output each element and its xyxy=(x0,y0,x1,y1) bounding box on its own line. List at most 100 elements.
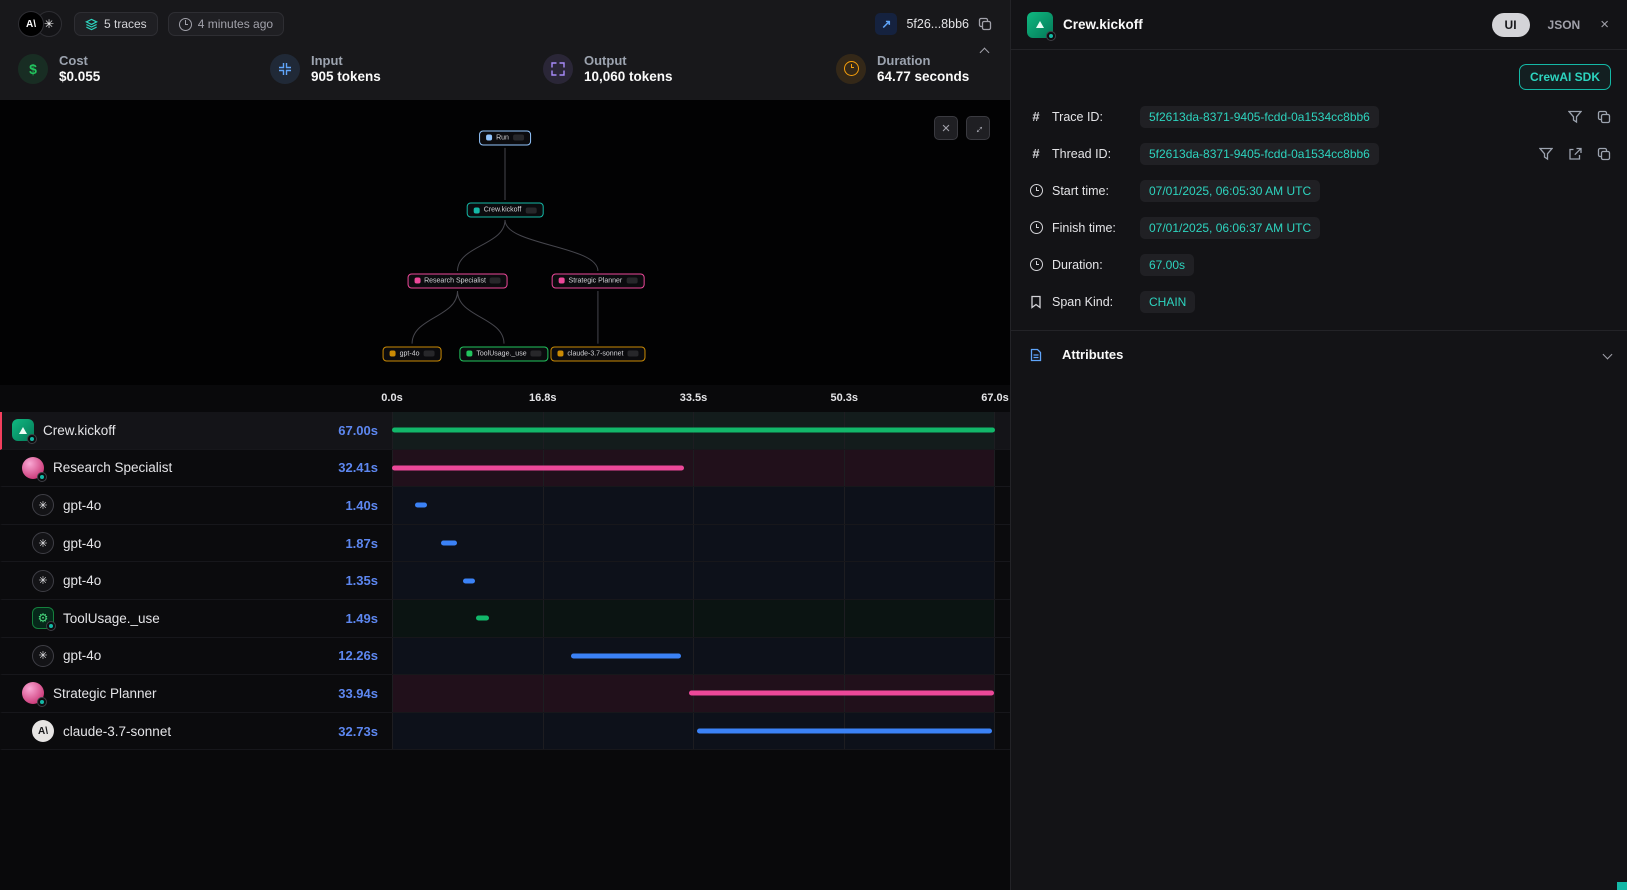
timeline-row[interactable]: ToolUsage._use 1.49s xyxy=(0,600,1010,638)
field-row-start-time: Start time: 07/01/2025, 06:05:30 AM UTC xyxy=(1011,172,1627,209)
filter-button[interactable] xyxy=(1539,147,1553,161)
traces-badge[interactable]: 5 traces xyxy=(74,12,158,36)
timeline-row[interactable]: gpt-4o 1.40s xyxy=(0,487,1010,525)
stat-duration: Duration 64.77 seconds xyxy=(836,53,969,84)
clock-icon xyxy=(1027,221,1045,234)
copy-trace-id-button[interactable] xyxy=(978,17,992,31)
timeline-track xyxy=(392,638,995,675)
axis-tick: 0.0s xyxy=(381,392,402,404)
close-sidebar-button[interactable] xyxy=(1598,16,1611,34)
node-label: Crew.kickoff xyxy=(484,207,522,214)
filter-icon xyxy=(1568,110,1582,124)
crewai-subbadge-icon xyxy=(1046,31,1056,41)
copy-icon xyxy=(978,17,992,31)
timeline-row[interactable]: Crew.kickoff 67.00s xyxy=(0,412,1010,450)
anthropic-icon xyxy=(18,11,44,37)
attributes-section[interactable]: Attributes xyxy=(1011,330,1627,378)
stats-row: Cost $0.055 Input 905 tokens xyxy=(0,43,1010,100)
time-axis: 0.0s16.8s33.5s50.3s67.0s xyxy=(392,385,995,412)
field-row-duration: Duration: 67.00s xyxy=(1011,246,1627,283)
trace-id-value[interactable]: 5f2613da-8371-9405-fcdd-0a1534cc8bb6 xyxy=(1140,106,1379,128)
graph-controls xyxy=(934,116,990,140)
timeline-row[interactable]: Research Specialist 32.41s xyxy=(0,450,1010,488)
timeline-track xyxy=(392,600,995,637)
trace-id-group: 5f26...8bb6 xyxy=(875,13,992,35)
stat-label: Output xyxy=(584,53,673,68)
graph-node[interactable]: claude-3.7-sonnet xyxy=(550,346,645,361)
span-label: gpt-4o xyxy=(63,648,101,663)
trace-topbar: 5 traces 4 minutes ago 5f26...8bb6 xyxy=(0,0,1010,43)
span-timeline: 0.0s16.8s33.5s50.3s67.0s Crew.kickoff 67… xyxy=(0,385,1010,750)
trace-short-id: 5f26...8bb6 xyxy=(906,17,969,31)
node-label: Research Specialist xyxy=(424,277,486,284)
tab-ui[interactable]: UI xyxy=(1492,13,1530,37)
graph-node[interactable]: Run xyxy=(479,130,531,145)
span-label: gpt-4o xyxy=(63,573,101,588)
crew-icon xyxy=(12,419,34,441)
node-type-icon xyxy=(557,351,563,357)
trace-graph[interactable]: Run Crew.kickoff Research Specialist Str… xyxy=(0,100,1010,385)
openai-icon xyxy=(32,645,54,667)
clock-icon xyxy=(179,18,192,31)
crewai-subbadge-icon xyxy=(37,697,47,707)
field-label: Start time: xyxy=(1052,184,1140,198)
trend-up-icon[interactable] xyxy=(875,13,897,35)
chevron-down-icon xyxy=(1603,350,1613,360)
timeline-row[interactable]: gpt-4o 1.87s xyxy=(0,525,1010,563)
tool-icon xyxy=(32,607,54,629)
provider-logos xyxy=(18,11,62,37)
copy-icon xyxy=(1597,147,1611,161)
axis-tick: 50.3s xyxy=(830,392,858,404)
timeline-row[interactable]: gpt-4o 1.35s xyxy=(0,562,1010,600)
time-ago-label: 4 minutes ago xyxy=(198,17,273,31)
node-badge xyxy=(627,351,638,357)
stat-label: Duration xyxy=(877,53,969,68)
copy-icon xyxy=(1597,110,1611,124)
close-graph-button[interactable] xyxy=(934,116,958,140)
anthropic-icon xyxy=(32,720,54,742)
field-label: Duration: xyxy=(1052,258,1140,272)
layers-icon xyxy=(85,18,98,31)
expand-graph-button[interactable] xyxy=(966,116,990,140)
span-duration: 12.26s xyxy=(338,648,392,663)
finish-time-value: 07/01/2025, 06:06:37 AM UTC xyxy=(1140,217,1320,239)
timeline-row[interactable]: claude-3.7-sonnet 32.73s xyxy=(0,713,1010,751)
graph-node[interactable]: ToolUsage._use xyxy=(459,346,548,361)
external-link-icon xyxy=(1568,147,1582,161)
timeline-track xyxy=(392,713,995,750)
graph-node[interactable]: Crew.kickoff xyxy=(467,203,544,218)
span-duration: 1.40s xyxy=(345,498,392,513)
duration-bar xyxy=(476,616,489,621)
copy-button[interactable] xyxy=(1597,110,1611,124)
copy-button[interactable] xyxy=(1597,147,1611,161)
thread-id-value[interactable]: 5f2613da-8371-9405-fcdd-0a1534cc8bb6 xyxy=(1140,143,1379,165)
clock-icon xyxy=(1027,184,1045,197)
duration-bar xyxy=(463,578,475,583)
node-label: claude-3.7-sonnet xyxy=(567,350,623,357)
hash-icon xyxy=(1027,146,1045,161)
openai-icon xyxy=(32,494,54,516)
stat-value: 905 tokens xyxy=(311,69,381,84)
filter-button[interactable] xyxy=(1568,110,1582,124)
time-ago-badge: 4 minutes ago xyxy=(168,12,284,36)
timeline-row[interactable]: Strategic Planner 33.94s xyxy=(0,675,1010,713)
collapse-stats-button[interactable] xyxy=(981,49,988,56)
openai-icon xyxy=(32,532,54,554)
graph-node[interactable]: Research Specialist xyxy=(407,273,508,288)
stat-value: $0.055 xyxy=(59,69,100,84)
node-label: ToolUsage._use xyxy=(476,350,526,357)
document-icon xyxy=(1027,348,1045,362)
span-detail-sidebar: Crew.kickoff UI JSON CrewAI SDK Trace ID… xyxy=(1010,0,1627,890)
timeline-row[interactable]: gpt-4o 12.26s xyxy=(0,638,1010,676)
resize-handle[interactable] xyxy=(1617,882,1627,890)
graph-node[interactable]: Strategic Planner xyxy=(552,273,645,288)
span-label: ToolUsage._use xyxy=(63,611,160,626)
clock-icon xyxy=(1027,258,1045,271)
span-duration: 33.94s xyxy=(338,686,392,701)
duration-bar xyxy=(392,465,684,470)
open-thread-button[interactable] xyxy=(1568,147,1582,161)
tab-json[interactable]: JSON xyxy=(1540,13,1589,37)
graph-node[interactable]: gpt-4o xyxy=(383,346,442,361)
span-duration: 67.00s xyxy=(338,423,392,438)
field-row-finish-time: Finish time: 07/01/2025, 06:06:37 AM UTC xyxy=(1011,209,1627,246)
